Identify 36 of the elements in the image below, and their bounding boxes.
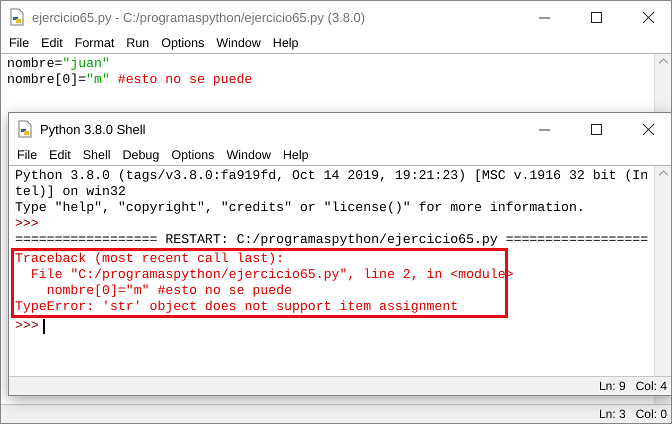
menu-item[interactable]: Shell: [76, 148, 116, 162]
shell-output-line: Traceback (most recent call last):: [15, 251, 284, 267]
maximize-icon[interactable]: [590, 12, 602, 22]
menu-item[interactable]: Options: [155, 36, 210, 50]
menu-item[interactable]: Options: [165, 148, 220, 162]
window-title: Python 3.8.0 Shell: [40, 122, 147, 136]
scrollbar[interactable]: [654, 166, 671, 376]
menu-item[interactable]: Window: [210, 36, 267, 50]
column-number: Col: 0: [636, 407, 667, 421]
shell-output-line: tel)] on win32: [15, 184, 126, 200]
menu-item[interactable]: Edit: [35, 36, 69, 50]
menu-item[interactable]: File: [11, 148, 44, 162]
menu-item[interactable]: Help: [266, 36, 305, 50]
menu-item[interactable]: File: [3, 36, 36, 50]
close-icon[interactable]: [642, 12, 654, 22]
line-number: Ln: 9: [598, 379, 626, 393]
close-icon[interactable]: [642, 124, 654, 134]
window-title: ejercicio65.py - C:/programaspython/ejercicio65.py (3.8.0): [32, 10, 366, 24]
shell-output-line: Type "help", "copyright", "credits" or "license()" for more information.: [15, 200, 585, 216]
shell-output-line: nombre[0]="m" #esto no se puede: [46, 283, 292, 299]
column-number: Col: 4: [636, 379, 667, 393]
maximize-icon[interactable]: [590, 124, 602, 134]
shell-prompt: >>>: [15, 318, 39, 334]
shell-output-line: ================== RESTART: C:/programaspython/ejercicio65.py ==================: [15, 232, 648, 248]
menu-item[interactable]: Window: [220, 148, 277, 162]
line-number: Ln: 3: [598, 407, 626, 421]
menu-item[interactable]: Run: [120, 36, 156, 50]
shell-prompt: >>>: [15, 216, 39, 232]
shell-output-line: TypeError: 'str' object does not support item assignment: [15, 299, 458, 315]
python-file-icon: [8, 8, 26, 26]
shell-output-line: Python 3.8.0 (tags/v3.8.0:fa919fd, Oct 14 2019, 19:21:23) [MSC v.1916 32 bit (In: [15, 168, 648, 184]
menu-item[interactable]: Help: [276, 148, 315, 162]
menu-item[interactable]: Edit: [43, 148, 77, 162]
menu-item[interactable]: Format: [68, 36, 120, 50]
menu-item[interactable]: Debug: [116, 148, 166, 162]
python-file-icon: [16, 120, 34, 138]
